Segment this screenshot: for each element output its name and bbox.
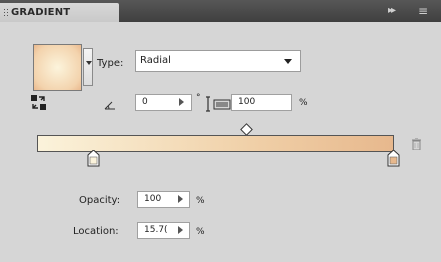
opacity-stepper-icon[interactable] <box>178 195 183 203</box>
panel-title: GRADIENT <box>11 7 71 18</box>
tab-grip-icon[interactable] <box>3 8 8 17</box>
degree-symbol: ° <box>196 93 201 103</box>
gradient-swatch[interactable] <box>33 44 82 91</box>
aspect-ratio-value: 100 <box>238 97 256 107</box>
location-label: Location: <box>73 226 119 237</box>
aspect-unit: % <box>299 98 308 108</box>
location-stepper-icon[interactable] <box>178 226 183 234</box>
opacity-label: Opacity: <box>79 195 121 206</box>
opacity-input[interactable]: 100 <box>137 191 190 208</box>
chevron-down-icon <box>284 59 292 64</box>
type-select[interactable]: Radial <box>135 50 301 72</box>
location-value: 15.7( <box>144 225 168 235</box>
panel-menu-icon[interactable]: ≡ <box>418 4 428 18</box>
angle-stepper-icon[interactable] <box>179 98 184 106</box>
swatch-dropdown-button[interactable] <box>83 48 93 86</box>
panel-titlebar: GRADIENT ▸▸ ≡ <box>0 0 441 22</box>
opacity-value: 100 <box>144 194 162 204</box>
angle-icon <box>104 101 115 110</box>
aspect-ratio-icon <box>206 96 231 112</box>
panel-tab-gradient[interactable]: GRADIENT <box>0 3 119 22</box>
color-stop-start[interactable] <box>87 150 100 167</box>
location-input[interactable]: 15.7( <box>137 222 190 239</box>
type-select-value: Radial <box>140 55 171 66</box>
aspect-ratio-input[interactable]: 100 <box>231 94 292 111</box>
location-unit: % <box>196 227 205 237</box>
angle-value: 0 <box>142 97 148 107</box>
color-stop-end[interactable] <box>387 150 400 167</box>
type-label: Type: <box>97 58 124 69</box>
trash-icon[interactable] <box>412 138 421 150</box>
collapse-icon[interactable]: ▸▸ <box>388 5 396 16</box>
reverse-gradient-icon[interactable] <box>30 94 47 111</box>
angle-input[interactable]: 0 <box>135 94 192 111</box>
opacity-unit: % <box>196 196 205 206</box>
